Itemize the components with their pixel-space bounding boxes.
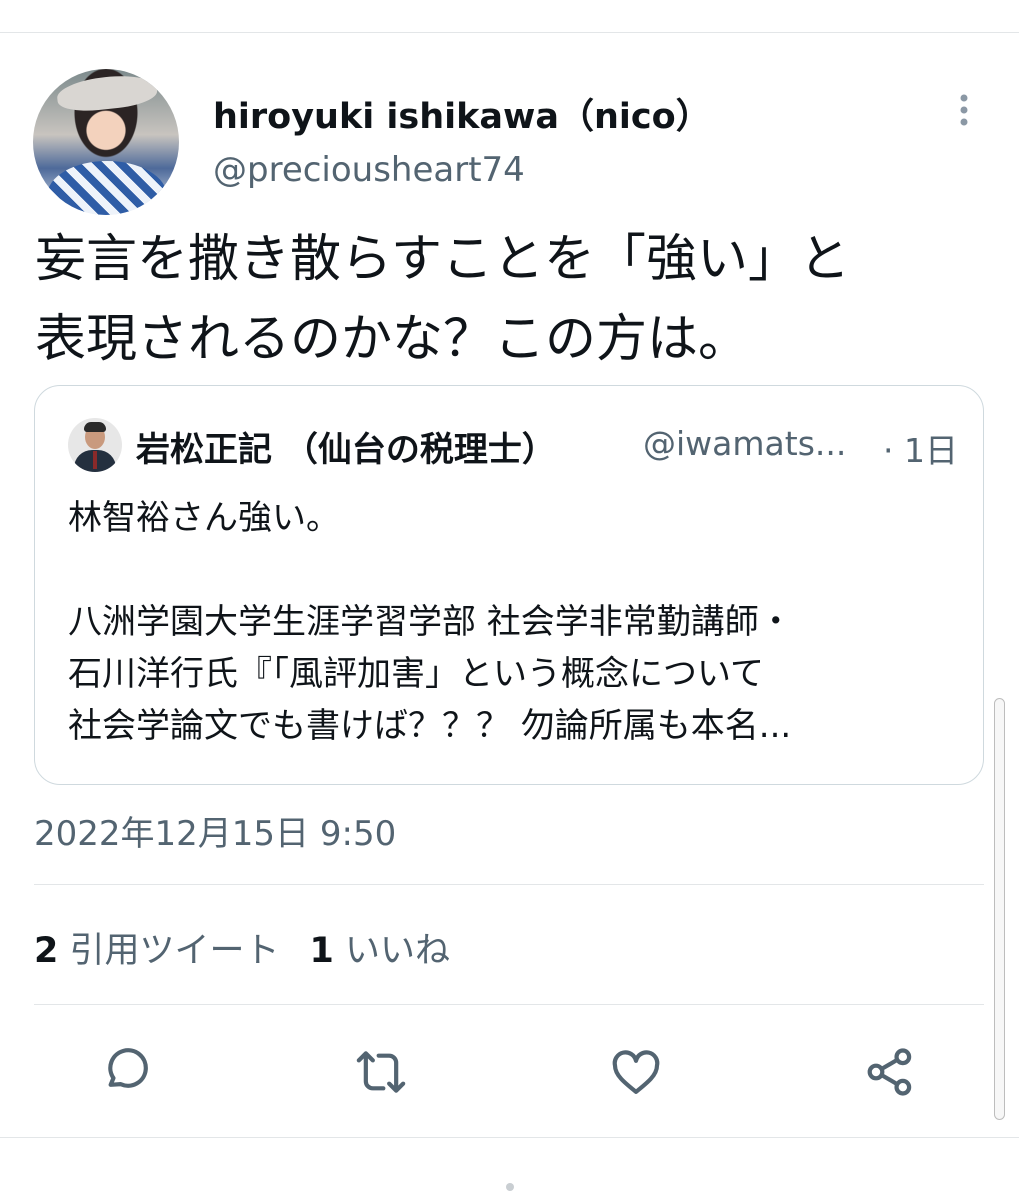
tweet-text: 妄言を撒き散らすことを「強い」と 表現されるのかな？この方は。 — [35, 220, 995, 380]
top-divider — [0, 32, 1019, 33]
like-icon[interactable] — [608, 1044, 664, 1100]
like-label: いいね — [345, 931, 451, 971]
author-avatar[interactable] — [33, 69, 179, 215]
quoted-header: 岩松正記 （仙台の税理士） @iwamats... · 1日 — [136, 422, 966, 472]
quoted-author-handle: @iwamats... — [643, 424, 847, 463]
avatar-hat — [55, 71, 159, 115]
author-handle[interactable]: @preciousheart74 — [213, 150, 525, 190]
tweet-timestamp[interactable]: 2022年12月15日 9:50 — [34, 806, 396, 855]
quoted-text-line-4: 社会学論文でも書けば？？？ 勿論所属も本名... — [68, 706, 792, 746]
quoted-text: 林智裕さん強い。 八洲学園大学生涯学習学部 社会学非常勤講師・ 石川洋行氏『「風… — [68, 492, 958, 752]
bottom-divider — [0, 1137, 1019, 1138]
quoted-time: · 1日 — [883, 431, 958, 470]
divider — [34, 884, 984, 885]
likes-stat[interactable]: 1 いいね — [310, 931, 451, 971]
quote-label: 引用ツイート — [69, 931, 280, 971]
quote-tweets-stat[interactable]: 2 引用ツイート — [34, 931, 280, 971]
reply-icon[interactable] — [99, 1044, 155, 1100]
divider — [34, 1004, 984, 1005]
quoted-tweet-card[interactable]: 岩松正記 （仙台の税理士） @iwamats... · 1日 林智裕さん強い。 … — [34, 385, 984, 785]
share-icon[interactable] — [862, 1044, 918, 1100]
quoted-text-line-1: 林智裕さん強い。 — [68, 498, 340, 538]
quoted-text-line-2: 八洲学園大学生涯学習学部 社会学非常勤講師・ — [68, 602, 793, 642]
tweet-text-line-2: 表現されるのかな？この方は。 — [35, 310, 750, 369]
engagement-stats: 2 引用ツイート 1 いいね — [34, 922, 450, 973]
like-count: 1 — [309, 931, 334, 971]
quoted-author-avatar — [68, 418, 122, 472]
retweet-icon[interactable] — [353, 1044, 409, 1100]
quote-count: 2 — [34, 931, 59, 971]
scrollbar[interactable] — [994, 698, 1005, 1120]
avatar-shirt — [47, 161, 167, 215]
tweet-text-line-1: 妄言を撒き散らすことを「強い」と — [35, 230, 850, 289]
page-indicator-dot — [506, 1183, 514, 1191]
avatar-hair — [84, 422, 106, 432]
quoted-author-name: 岩松正記 （仙台の税理士） — [136, 430, 556, 470]
avatar-tie — [93, 451, 97, 469]
more-vertical-icon[interactable] — [952, 92, 976, 132]
author-name[interactable]: hiroyuki ishikawa（nico） — [213, 88, 711, 139]
quoted-text-line-3: 石川洋行氏『「風評加害」という概念について — [68, 654, 764, 694]
